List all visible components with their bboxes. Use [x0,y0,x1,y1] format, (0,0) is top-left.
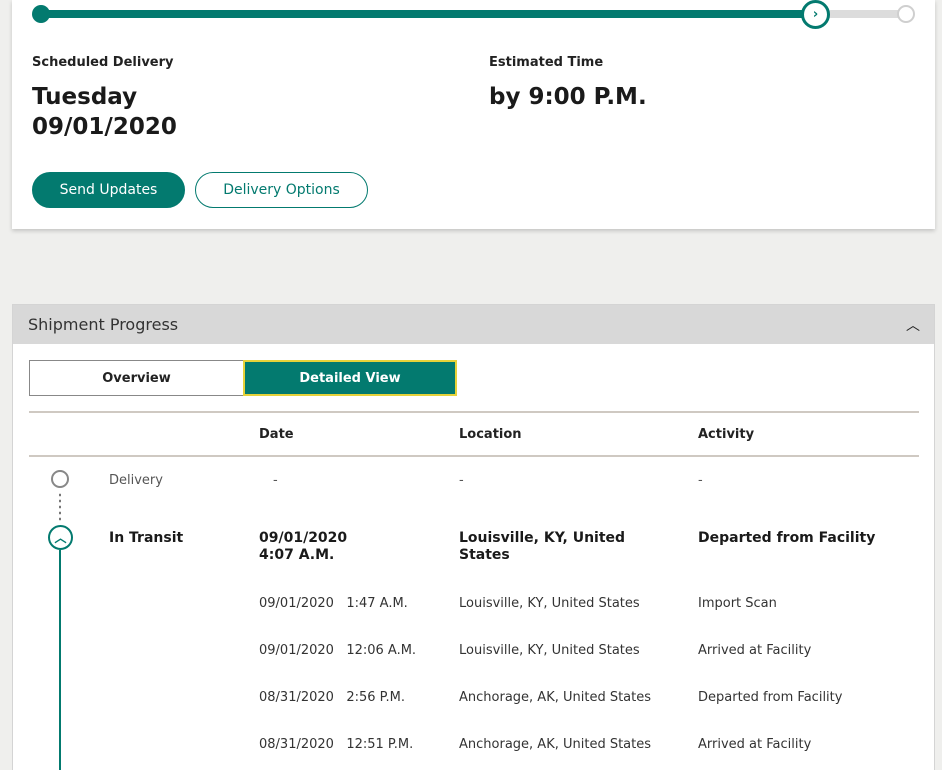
chevron-up-icon[interactable]: ︿ [906,315,920,335]
row-location: Anchorage, AK, United States [459,690,652,705]
estimated-time-value: by 9:00 P.M. [489,84,647,110]
row-activity: Arrived at Facility [698,643,812,658]
row-date-time: 4:07 A.M. [259,547,335,563]
table-divider-top [29,411,919,413]
row-location: Louisville, KY, United States [459,530,625,564]
row-date: 08/31/2020 2:56 P.M. [259,690,405,705]
scheduled-delivery-label: Scheduled Delivery [32,55,174,70]
column-header-location: Location [459,427,522,442]
row-location: Louisville, KY, United States [459,643,640,658]
progress-track-remaining [827,10,907,18]
delivery-card: › Scheduled Delivery Tuesday 09/01/2020 … [12,0,935,229]
chevron-up-icon[interactable]: ︿ [48,525,73,550]
row-activity: - [698,473,703,488]
tab-overview[interactable]: Overview [29,360,243,396]
shipment-progress-title: Shipment Progress [28,315,179,334]
estimated-time-label: Estimated Time [489,55,604,70]
scheduled-date: 09/01/2020 [32,114,177,140]
row-location-line1: Louisville, KY, United [459,530,626,546]
row-location-line2: States [459,547,510,563]
row-status: In Transit [109,530,184,546]
row-date: 09/01/2020 1:47 A.M. [259,596,408,611]
row-date-day: 09/01/2020 [259,530,348,546]
row-date: 09/01/2020 4:07 A.M. [259,530,347,564]
scheduled-day: Tuesday [32,84,138,110]
row-date: 08/31/2020 12:51 P.M. [259,737,414,752]
shipment-progress-panel: Shipment Progress ︿ Overview Detailed Vi… [12,304,935,770]
row-location: - [459,473,464,488]
timeline-solid-line [59,550,61,770]
scheduled-delivery-value: Tuesday 09/01/2020 [32,82,177,142]
chevron-right-icon: › [801,0,830,29]
delivery-options-button[interactable]: Delivery Options [195,172,368,208]
row-activity: Arrived at Facility [698,737,812,752]
row-location: Anchorage, AK, United States [459,737,652,752]
shipment-progress-header[interactable]: Shipment Progress ︿ [13,305,934,344]
progress-start-dot [32,5,50,23]
column-header-activity: Activity [698,427,755,442]
timeline-pending-circle [51,470,69,488]
row-date: - [273,473,278,488]
send-updates-button[interactable]: Send Updates [32,172,185,208]
row-location: Louisville, KY, United States [459,596,640,611]
column-header-date: Date [259,427,294,442]
row-date: 09/01/2020 12:06 A.M. [259,643,417,658]
row-activity: Departed from Facility [698,530,876,546]
row-activity: Import Scan [698,596,777,611]
tab-detailed-view[interactable]: Detailed View [243,360,457,396]
row-status: Delivery [109,473,163,488]
progress-end-dot [897,5,915,23]
view-toggle: Overview Detailed View [29,360,457,396]
row-activity: Departed from Facility [698,690,843,705]
timeline-dotted-connector [59,492,61,522]
table-divider-header [29,455,919,457]
progress-track-completed [41,10,819,18]
